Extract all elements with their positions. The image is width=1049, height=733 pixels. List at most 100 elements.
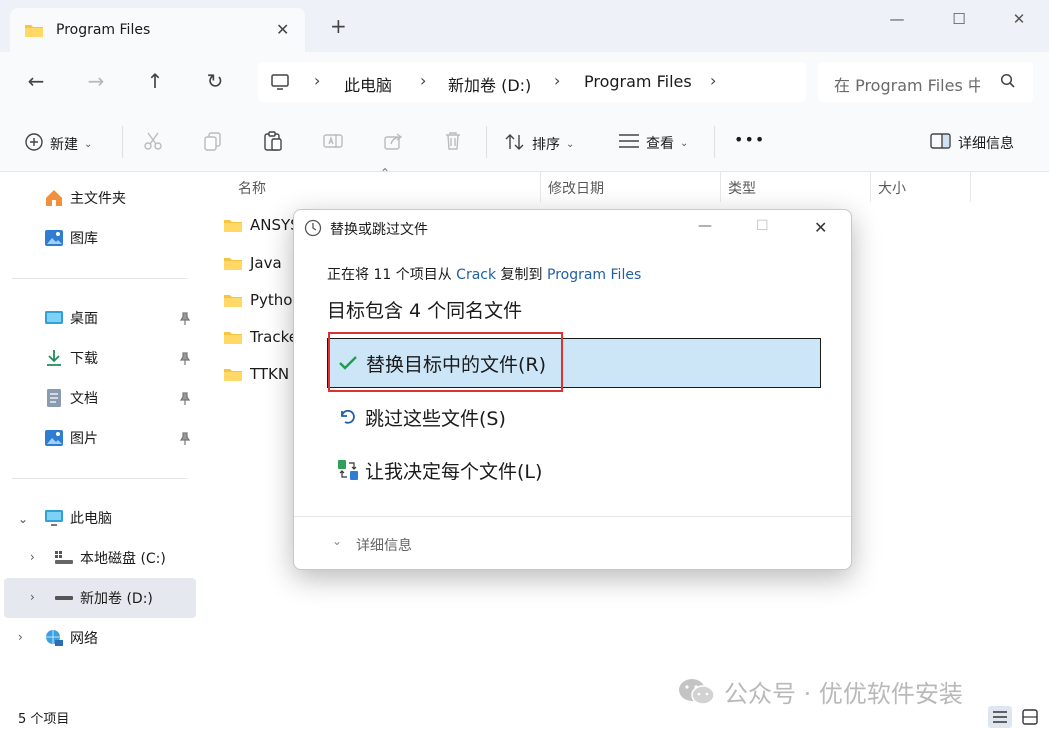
list-item[interactable]: ANSYS bbox=[224, 216, 300, 234]
copy-text-mid: 复制到 bbox=[496, 267, 547, 283]
sidebar-item-network[interactable]: 网络 bbox=[44, 620, 98, 656]
sidebar-item-desktop[interactable]: 桌面 bbox=[44, 300, 194, 336]
add-icon bbox=[24, 132, 44, 156]
view-button[interactable]: 查看 ⌄ bbox=[618, 132, 688, 154]
chevron-right-icon[interactable]: › bbox=[30, 550, 35, 564]
rename-icon[interactable] bbox=[322, 130, 344, 152]
breadcrumb-drive-d[interactable]: 新加卷 (D:) bbox=[448, 72, 531, 96]
delete-icon[interactable] bbox=[442, 130, 464, 152]
pin-icon[interactable] bbox=[178, 391, 192, 410]
details-pane-icon bbox=[930, 132, 952, 154]
pin-icon[interactable] bbox=[178, 351, 192, 370]
skip-files-option[interactable]: 跳过这些文件(S) bbox=[327, 392, 821, 442]
pin-icon[interactable] bbox=[178, 311, 192, 330]
computer-icon bbox=[270, 72, 290, 96]
sort-button[interactable]: 排序 ⌄ bbox=[504, 132, 574, 156]
search-box[interactable]: 在 Program Files 中 bbox=[818, 62, 1033, 102]
column-header-size[interactable]: 大小 bbox=[878, 178, 906, 198]
view-label: 查看 bbox=[646, 136, 674, 152]
sidebar-item-home[interactable]: 主文件夹 bbox=[44, 180, 126, 216]
list-item[interactable]: TTKN bbox=[224, 365, 289, 383]
sidebar-item-gallery[interactable]: 图库 bbox=[44, 220, 98, 256]
dialog-title: 替换或跳过文件 bbox=[330, 222, 428, 238]
divider bbox=[970, 172, 971, 202]
new-tab-button[interactable]: + bbox=[330, 16, 347, 36]
cut-icon[interactable] bbox=[142, 130, 164, 152]
sidebar-item-label: 文档 bbox=[70, 391, 98, 407]
folder-icon bbox=[224, 368, 242, 381]
chevron-right-icon: › bbox=[314, 71, 321, 90]
up-button[interactable]: ↑ bbox=[143, 70, 167, 94]
decide-each-file-option[interactable]: 让我决定每个文件(L) bbox=[327, 445, 821, 495]
sidebar-item-label: 主文件夹 bbox=[70, 191, 126, 207]
divider bbox=[122, 126, 123, 158]
watermark: 公众号 · 优优软件安装 bbox=[678, 674, 963, 709]
chevron-down-icon[interactable]: ⌄ bbox=[18, 512, 28, 526]
details-pane-label: 详细信息 bbox=[958, 136, 1014, 152]
search-input[interactable]: 在 Program Files 中 bbox=[834, 72, 980, 96]
divider bbox=[870, 172, 871, 202]
pin-icon[interactable] bbox=[178, 431, 192, 450]
details-view-button[interactable] bbox=[988, 706, 1012, 728]
chevron-right-icon: › bbox=[420, 71, 427, 90]
column-header-name[interactable]: 名称 bbox=[238, 178, 266, 198]
gallery-icon bbox=[44, 228, 64, 248]
network-icon bbox=[44, 628, 64, 648]
paste-icon[interactable] bbox=[262, 130, 284, 152]
list-item[interactable]: Python bbox=[224, 291, 302, 309]
search-icon[interactable] bbox=[1000, 73, 1016, 93]
watermark-text: 公众号 · 优优软件安装 bbox=[724, 680, 963, 708]
more-options-button[interactable]: ••• bbox=[734, 130, 765, 149]
sidebar-item-label: 网络 bbox=[70, 631, 98, 647]
chevron-down-icon[interactable]: ⌄ bbox=[332, 534, 342, 548]
navigation-bar: ← → ↑ ↻ › 此电脑 › 新加卷 (D:) › Program Files… bbox=[0, 52, 1049, 112]
refresh-button[interactable]: ↻ bbox=[203, 70, 227, 94]
list-item[interactable]: Tracke bbox=[224, 328, 298, 346]
sidebar-item-label: 图片 bbox=[70, 431, 98, 447]
tiles-view-button[interactable] bbox=[1018, 706, 1042, 728]
minimize-button[interactable]: — bbox=[882, 10, 912, 30]
column-header-type[interactable]: 类型 bbox=[728, 178, 756, 198]
breadcrumb-program-files[interactable]: Program Files bbox=[584, 72, 692, 91]
source-folder-link[interactable]: Crack bbox=[456, 267, 496, 283]
column-header-modified[interactable]: 修改日期 bbox=[548, 178, 604, 198]
address-bar[interactable]: › 此电脑 › 新加卷 (D:) › Program Files › bbox=[258, 62, 806, 102]
maximize-button[interactable]: ☐ bbox=[944, 10, 974, 30]
sidebar-item-documents[interactable]: 文档 bbox=[44, 380, 98, 416]
sidebar-item-this-pc[interactable]: 此电脑 bbox=[44, 500, 112, 536]
copy-text-prefix: 正在将 11 个项目从 bbox=[327, 267, 457, 283]
sidebar-item-label: 本地磁盘 (C:) bbox=[80, 551, 166, 567]
item-count: 5 个项目 bbox=[18, 712, 70, 727]
close-button[interactable]: ✕ bbox=[1004, 10, 1034, 30]
sidebar-item-local-disk-c[interactable]: 本地磁盘 (C:) bbox=[54, 540, 166, 576]
sidebar-item-label: 桌面 bbox=[70, 311, 98, 327]
maximize-button[interactable]: ☐ bbox=[756, 218, 769, 234]
tab-program-files[interactable]: Program Files ✕ bbox=[10, 8, 305, 52]
list-item[interactable]: Java bbox=[224, 254, 282, 272]
new-button[interactable]: 新建 ⌄ bbox=[24, 132, 92, 156]
chevron-right-icon[interactable]: › bbox=[30, 590, 35, 604]
copy-icon[interactable] bbox=[202, 130, 224, 152]
annotation-highlight-box bbox=[328, 332, 563, 392]
sidebar-item-new-volume-d[interactable]: 新加卷 (D:) bbox=[54, 580, 153, 616]
sidebar-item-downloads[interactable]: 下载 bbox=[44, 340, 98, 376]
sidebar-item-label: 图库 bbox=[70, 231, 98, 247]
copy-progress-text: 正在将 11 个项目从 Crack 复制到 Program Files bbox=[327, 264, 641, 284]
chevron-right-icon[interactable]: › bbox=[18, 630, 23, 644]
back-button[interactable]: ← bbox=[24, 70, 48, 94]
tab-close-icon[interactable]: ✕ bbox=[276, 20, 289, 39]
destination-folder-link[interactable]: Program Files bbox=[547, 267, 641, 283]
more-details-toggle[interactable]: 详细信息 bbox=[356, 535, 412, 555]
folder-icon bbox=[224, 294, 242, 307]
sort-icon bbox=[504, 132, 526, 156]
details-pane-button[interactable]: 详细信息 bbox=[930, 132, 1014, 154]
replace-or-skip-dialog: 替换或跳过文件 — ☐ ✕ 正在将 11 个项目从 Crack 复制到 Prog… bbox=[293, 209, 852, 570]
view-icon bbox=[618, 132, 640, 154]
close-button[interactable]: ✕ bbox=[814, 218, 827, 237]
breadcrumb-this-pc[interactable]: 此电脑 bbox=[344, 72, 392, 96]
sidebar-item-pictures[interactable]: 图片 bbox=[44, 420, 98, 456]
minimize-button[interactable]: — bbox=[698, 218, 712, 234]
forward-button[interactable]: → bbox=[84, 70, 108, 94]
file-name: Tracke bbox=[250, 328, 298, 346]
share-icon[interactable] bbox=[382, 130, 404, 152]
